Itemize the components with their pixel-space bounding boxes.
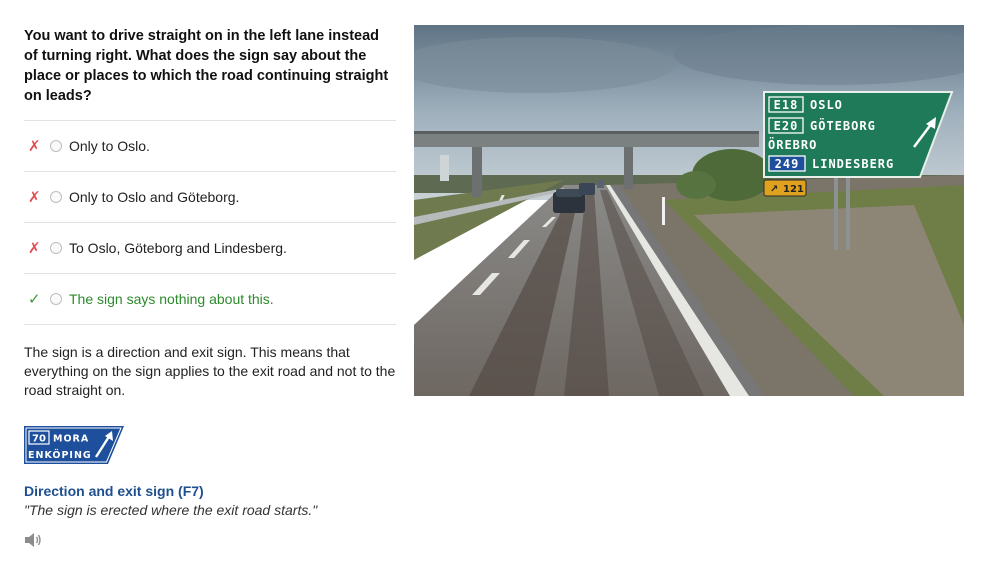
radio-button[interactable]	[50, 191, 62, 203]
question-panel: You want to drive straight on in the lef…	[24, 26, 396, 548]
sign-place-2: ENKÖPING	[28, 450, 92, 461]
photo-sign-route-4: 249	[775, 157, 800, 171]
answer-list: ✗ Only to Oslo. ✗ Only to Oslo and Göteb…	[24, 120, 396, 325]
answer-label: Only to Oslo.	[69, 138, 150, 154]
answer-label: The sign says nothing about this.	[69, 291, 274, 307]
photo-sign-route-2: E20	[774, 119, 799, 133]
photo-sign-place-3: ÖREBRO	[768, 137, 817, 152]
photo-sign-route-1: E18	[774, 98, 799, 112]
speaker-icon[interactable]	[24, 532, 42, 548]
radio-button[interactable]	[50, 293, 62, 305]
radio-button[interactable]	[50, 140, 62, 152]
answer-option-1[interactable]: ✗ Only to Oslo.	[24, 121, 396, 172]
photo-exit-number: 121	[783, 184, 804, 195]
sign-title: Direction and exit sign (F7)	[24, 483, 204, 499]
direction-exit-sign-icon: 70 MORA ENKÖPING	[24, 426, 124, 464]
check-mark-icon: ✓	[28, 291, 41, 308]
photo-sign-place-4: LINDESBERG	[812, 157, 894, 171]
wrong-mark-icon: ✗	[28, 240, 41, 257]
answer-option-3[interactable]: ✗ To Oslo, Göteborg and Lindesberg.	[24, 223, 396, 274]
answer-label: Only to Oslo and Göteborg.	[69, 189, 240, 205]
radio-button[interactable]	[50, 242, 62, 254]
photo-sign-place-1: OSLO	[810, 98, 843, 112]
wrong-mark-icon: ✗	[28, 189, 41, 206]
answer-label: To Oslo, Göteborg and Lindesberg.	[69, 240, 287, 256]
question-text: You want to drive straight on in the lef…	[24, 28, 389, 104]
sign-route-number: 70	[32, 434, 46, 445]
example-sign-image: 70 MORA ENKÖPING	[24, 426, 396, 469]
answer-option-2[interactable]: ✗ Only to Oslo and Göteborg.	[24, 172, 396, 223]
wrong-mark-icon: ✗	[28, 138, 41, 155]
sign-place-1: MORA	[53, 434, 89, 445]
explanation-text: The sign is a direction and exit sign. T…	[24, 344, 396, 398]
road-photo: E18 OSLO E20 GÖTEBORG ÖREBRO 249 LINDESB…	[414, 25, 964, 396]
photo-sign-place-2: GÖTEBORG	[810, 118, 876, 133]
svg-text:↗: ↗	[770, 184, 778, 195]
sign-quote: "The sign is erected where the exit road…	[24, 502, 318, 518]
answer-option-4[interactable]: ✓ The sign says nothing about this.	[24, 274, 396, 325]
